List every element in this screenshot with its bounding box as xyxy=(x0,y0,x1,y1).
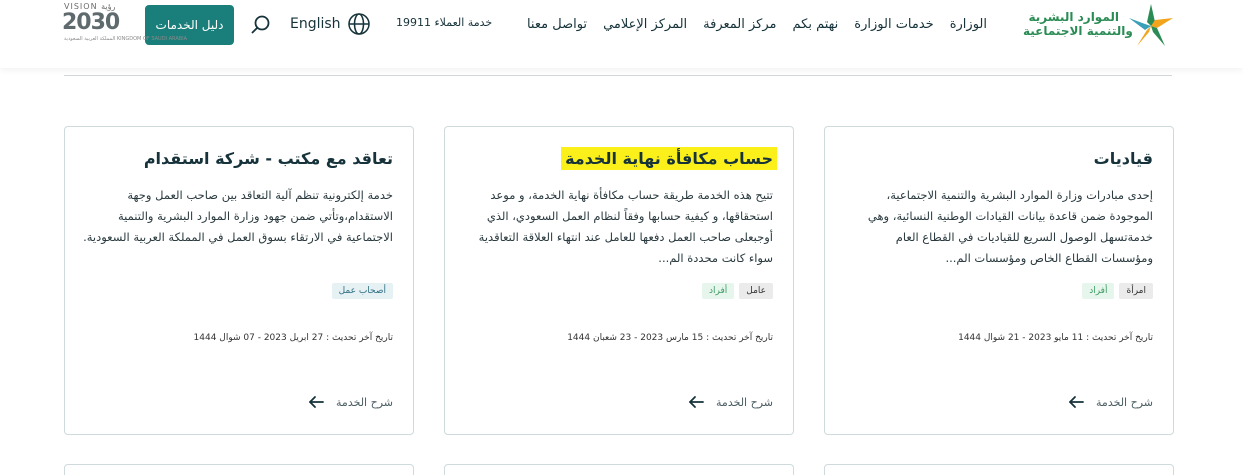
search-icon[interactable] xyxy=(250,14,272,36)
nav-item-services[interactable]: خدمات الوزارة xyxy=(854,17,933,32)
ministry-logo[interactable]: الموارد البشرية والتنمية الاجتماعية xyxy=(1023,0,1177,52)
card-last-updated: تاريخ آخر تحديث : 27 ابريل 2023 - 07 شوا… xyxy=(193,333,393,343)
service-card[interactable]: تعاقد مع مكتب - شركة استقدام خدمة إلكترو… xyxy=(64,126,414,435)
ministry-name-line2: والتنمية الاجتماعية xyxy=(1023,24,1133,38)
card-description: إحدى مبادرات وزارة الموارد البشرية والتن… xyxy=(867,188,1153,265)
card-title[interactable]: تعاقد مع مكتب - شركة استقدام xyxy=(144,149,393,168)
language-switch[interactable]: English xyxy=(290,12,371,36)
card-title[interactable]: حساب مكافأة نهاية الخدمة xyxy=(561,147,777,170)
vision-logo-year: 2030 xyxy=(62,10,120,35)
service-details-label: شرح الخدمة xyxy=(336,395,393,409)
vision-logo-sub: المملكة العربية السعودية KINGDOM OF SAUD… xyxy=(64,36,188,42)
nav-item-media-center[interactable]: المركز الإعلامي xyxy=(603,17,687,32)
service-details-link[interactable]: شرح الخدمة xyxy=(688,395,773,409)
service-details-label: شرح الخدمة xyxy=(716,395,773,409)
service-card[interactable]: حساب مكافأة نهاية الخدمة تتيح هذه الخدمة… xyxy=(444,126,794,435)
ministry-name: الموارد البشرية والتنمية الاجتماعية xyxy=(1023,10,1133,38)
section-divider xyxy=(64,75,1172,76)
arrow-left-icon xyxy=(689,396,704,408)
arrow-left-icon xyxy=(309,396,324,408)
globe-icon xyxy=(347,13,370,35)
service-card-partial[interactable] xyxy=(64,464,414,475)
nav-item-ministry[interactable]: الوزارة xyxy=(950,17,987,32)
card-tags: عامل أفراد xyxy=(701,283,773,299)
card-title[interactable]: قياديات xyxy=(1094,149,1153,168)
service-card[interactable]: قياديات إحدى مبادرات وزارة الموارد البشر… xyxy=(824,126,1174,435)
card-tags: امرأة أفراد xyxy=(1082,283,1153,299)
card-tags: أصحاب عمل xyxy=(331,283,393,299)
arrow-left-icon xyxy=(1069,396,1084,408)
customer-service-hotline[interactable]: خدمة العملاء 19911 xyxy=(396,16,492,29)
tag-badge: أفراد xyxy=(701,283,735,299)
card-description: خدمة إلكترونية تنظم آلية التعاقد بين صاح… xyxy=(83,188,393,244)
main-nav: الوزارة خدمات الوزارة نهتم بكم مركز المع… xyxy=(527,14,987,34)
vision-2030-logo: VISION رؤية 2030 المملكة العربية السعودي… xyxy=(62,2,187,48)
tag-badge: أصحاب عمل xyxy=(331,283,393,299)
tag-badge: عامل xyxy=(739,283,773,299)
card-description: تتيح هذه الخدمة طريقة حساب مكافأة نهاية … xyxy=(478,188,773,265)
ministry-name-line1: الموارد البشرية xyxy=(1028,10,1119,24)
tag-badge: أفراد xyxy=(1082,283,1115,299)
card-last-updated: تاريخ آخر تحديث : 11 مايو 2023 - 21 شوال… xyxy=(958,333,1153,343)
service-details-label: شرح الخدمة xyxy=(1096,395,1153,409)
card-last-updated: تاريخ آخر تحديث : 15 مارس 2023 - 23 شعبا… xyxy=(567,333,773,343)
nav-item-knowledge-center[interactable]: مركز المعرفة xyxy=(703,17,776,32)
nav-item-contact[interactable]: تواصل معنا xyxy=(527,17,587,32)
tag-badge: امرأة xyxy=(1119,283,1153,299)
service-card-partial[interactable] xyxy=(824,464,1174,475)
service-details-link[interactable]: شرح الخدمة xyxy=(1068,395,1153,409)
language-label: English xyxy=(290,16,341,32)
service-card-partial[interactable] xyxy=(444,464,794,475)
service-details-link[interactable]: شرح الخدمة xyxy=(308,395,393,409)
site-header: الموارد البشرية والتنمية الاجتماعية الوز… xyxy=(0,0,1243,68)
nav-item-we-care[interactable]: نهتم بكم xyxy=(793,17,839,32)
